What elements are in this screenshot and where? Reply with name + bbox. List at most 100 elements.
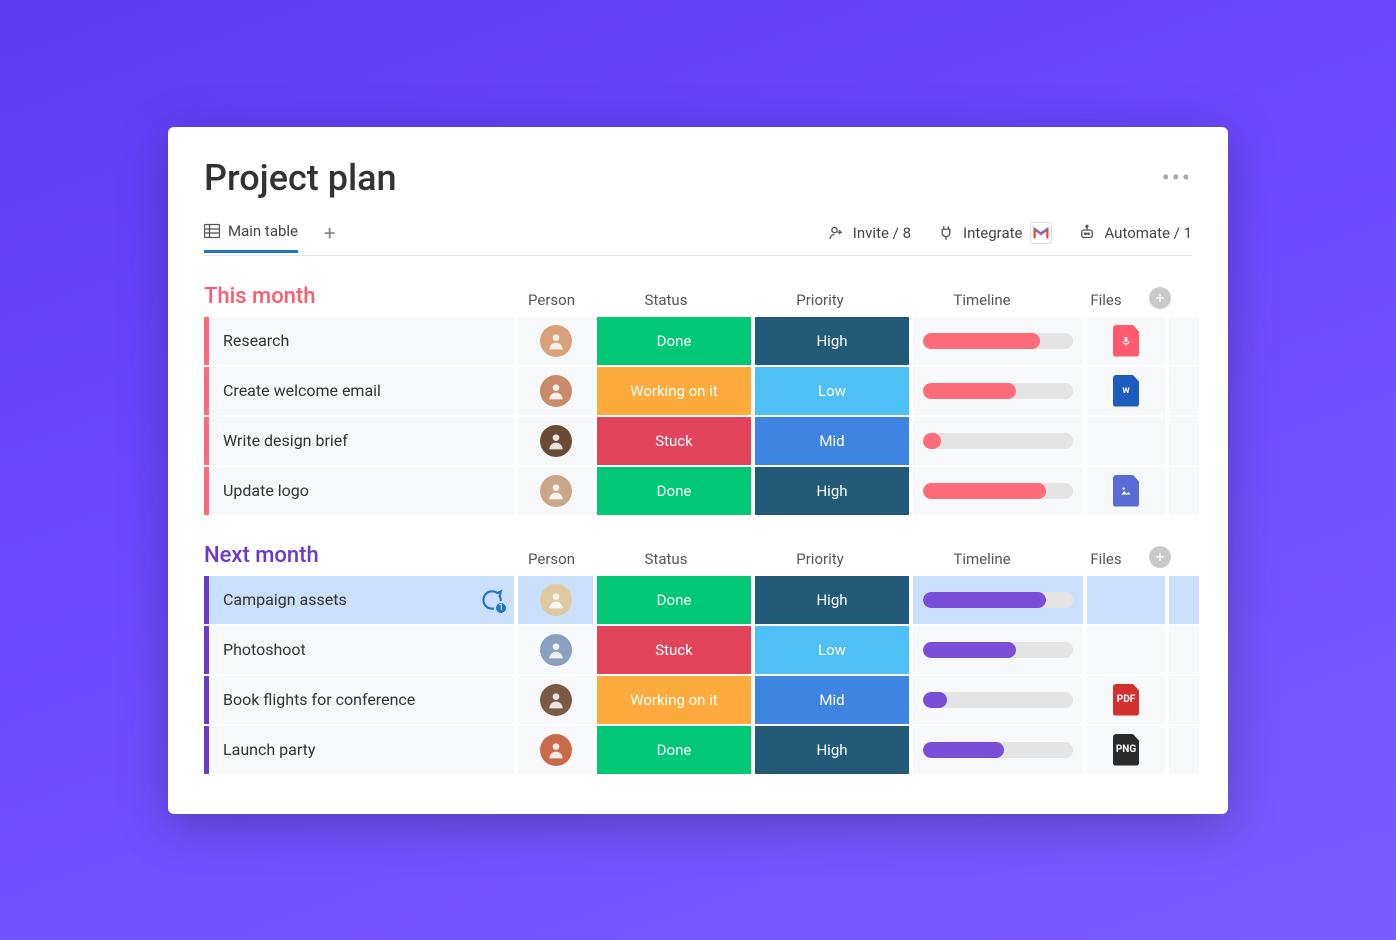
add-column-button[interactable]: + xyxy=(1149,546,1171,568)
extra-cell[interactable] xyxy=(1169,576,1199,624)
tab-main-table[interactable]: Main table xyxy=(204,222,298,253)
avatar[interactable] xyxy=(540,475,572,507)
avatar[interactable] xyxy=(540,684,572,716)
column-header-person[interactable]: Person xyxy=(514,550,589,574)
person-cell[interactable] xyxy=(518,417,593,465)
timeline-cell[interactable] xyxy=(913,676,1083,724)
table-row[interactable]: Create welcome email Working on itLow w xyxy=(204,367,1192,415)
timeline-cell[interactable] xyxy=(913,417,1083,465)
priority-cell[interactable]: High xyxy=(755,576,909,624)
file-icon-png[interactable]: PNG xyxy=(1113,734,1139,766)
extra-cell[interactable] xyxy=(1169,676,1199,724)
column-header-files[interactable]: Files xyxy=(1067,550,1145,574)
avatar[interactable] xyxy=(540,425,572,457)
extra-cell[interactable] xyxy=(1169,417,1199,465)
avatar[interactable] xyxy=(540,584,572,616)
timeline-cell[interactable] xyxy=(913,317,1083,365)
integrate-button[interactable]: Integrate xyxy=(937,222,1052,244)
extra-cell[interactable] xyxy=(1169,726,1199,774)
task-cell[interactable]: Book flights for conference xyxy=(204,676,514,724)
extra-cell[interactable] xyxy=(1169,626,1199,674)
automate-button[interactable]: Automate / 1 xyxy=(1078,224,1192,242)
timeline-cell[interactable] xyxy=(913,726,1083,774)
column-header-priority[interactable]: Priority xyxy=(743,550,897,574)
status-cell[interactable]: Working on it xyxy=(597,367,751,415)
file-icon-pdf[interactable]: PDF xyxy=(1113,684,1139,716)
files-cell[interactable] xyxy=(1087,626,1165,674)
table-row[interactable]: Photoshoot StuckLow xyxy=(204,626,1192,674)
priority-cell[interactable]: Mid xyxy=(755,417,909,465)
priority-cell[interactable]: Low xyxy=(755,626,909,674)
table-row[interactable]: Update logo DoneHigh xyxy=(204,467,1192,515)
robot-icon xyxy=(1078,224,1096,242)
files-cell[interactable] xyxy=(1087,417,1165,465)
avatar[interactable] xyxy=(540,734,572,766)
status-cell[interactable]: Done xyxy=(597,576,751,624)
priority-cell[interactable]: High xyxy=(755,317,909,365)
column-header-priority[interactable]: Priority xyxy=(743,291,897,315)
extra-cell[interactable] xyxy=(1169,317,1199,365)
person-cell[interactable] xyxy=(518,676,593,724)
extra-cell[interactable] xyxy=(1169,367,1199,415)
column-header-files[interactable]: Files xyxy=(1067,291,1145,315)
files-cell[interactable] xyxy=(1087,317,1165,365)
task-cell[interactable]: Update logo xyxy=(204,467,514,515)
timeline-cell[interactable] xyxy=(913,626,1083,674)
status-cell[interactable]: Done xyxy=(597,317,751,365)
column-header-status[interactable]: Status xyxy=(589,291,743,315)
file-icon-word[interactable]: w xyxy=(1113,375,1139,407)
person-cell[interactable] xyxy=(518,467,593,515)
task-cell[interactable]: Campaign assets1 xyxy=(204,576,514,624)
person-cell[interactable] xyxy=(518,726,593,774)
invite-button[interactable]: Invite / 8 xyxy=(827,224,911,242)
priority-cell[interactable]: Low xyxy=(755,367,909,415)
more-menu-icon[interactable]: ••• xyxy=(1162,164,1192,192)
task-cell[interactable]: Photoshoot xyxy=(204,626,514,674)
avatar[interactable] xyxy=(540,375,572,407)
group-title[interactable]: Next month xyxy=(204,543,514,574)
priority-cell[interactable]: Mid xyxy=(755,676,909,724)
table-row[interactable]: Research DoneHigh xyxy=(204,317,1192,365)
status-cell[interactable]: Done xyxy=(597,726,751,774)
status-cell[interactable]: Stuck xyxy=(597,417,751,465)
task-cell[interactable]: Write design brief xyxy=(204,417,514,465)
timeline-cell[interactable] xyxy=(913,367,1083,415)
table-row[interactable]: Write design brief StuckMid xyxy=(204,417,1192,465)
add-view-button[interactable]: + xyxy=(324,221,335,255)
files-cell[interactable] xyxy=(1087,576,1165,624)
column-header-timeline[interactable]: Timeline xyxy=(897,291,1067,315)
status-cell[interactable]: Stuck xyxy=(597,626,751,674)
add-column-button[interactable]: + xyxy=(1149,287,1171,309)
person-cell[interactable] xyxy=(518,367,593,415)
table-row[interactable]: Launch party DoneHigh PNG xyxy=(204,726,1192,774)
task-cell[interactable]: Launch party xyxy=(204,726,514,774)
column-header-timeline[interactable]: Timeline xyxy=(897,550,1067,574)
table-row[interactable]: Book flights for conference Working on it… xyxy=(204,676,1192,724)
status-cell[interactable]: Working on it xyxy=(597,676,751,724)
table-row[interactable]: Campaign assets1 DoneHigh xyxy=(204,576,1192,624)
priority-cell[interactable]: High xyxy=(755,726,909,774)
task-cell[interactable]: Create welcome email xyxy=(204,367,514,415)
avatar[interactable] xyxy=(540,325,572,357)
file-icon-image[interactable] xyxy=(1113,475,1139,507)
column-header-status[interactable]: Status xyxy=(589,550,743,574)
timeline-cell[interactable] xyxy=(913,576,1083,624)
person-cell[interactable] xyxy=(518,626,593,674)
files-cell[interactable]: PDF xyxy=(1087,676,1165,724)
column-header-person[interactable]: Person xyxy=(514,291,589,315)
files-cell[interactable]: w xyxy=(1087,367,1165,415)
chat-icon[interactable]: 1 xyxy=(478,587,504,613)
avatar[interactable] xyxy=(540,634,572,666)
task-cell[interactable]: Research xyxy=(204,317,514,365)
files-cell[interactable] xyxy=(1087,467,1165,515)
status-cell[interactable]: Done xyxy=(597,467,751,515)
person-cell[interactable] xyxy=(518,576,593,624)
priority-cell[interactable]: High xyxy=(755,467,909,515)
files-cell[interactable]: PNG xyxy=(1087,726,1165,774)
task-name: Launch party xyxy=(223,740,315,759)
person-cell[interactable] xyxy=(518,317,593,365)
timeline-cell[interactable] xyxy=(913,467,1083,515)
extra-cell[interactable] xyxy=(1169,467,1199,515)
group-title[interactable]: This month xyxy=(204,284,514,315)
file-icon-audio[interactable] xyxy=(1113,325,1139,357)
